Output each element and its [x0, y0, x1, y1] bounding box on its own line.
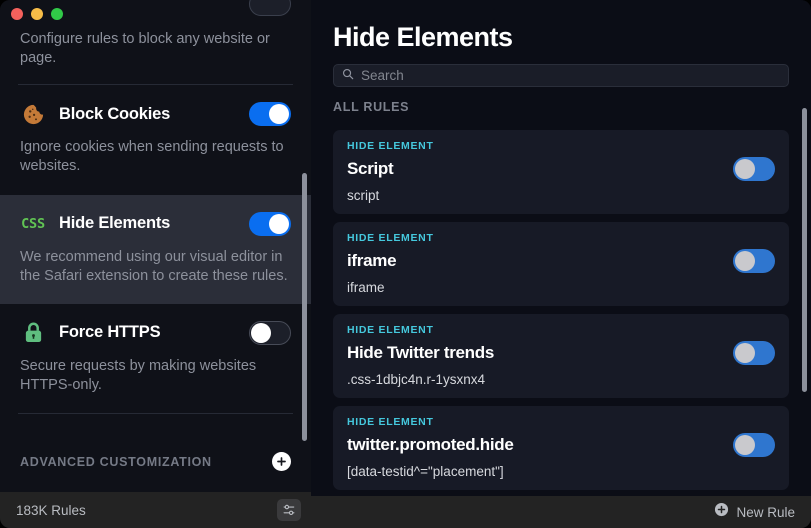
rule-card[interactable]: HIDE ELEMENT Script script — [333, 130, 789, 214]
rule-toggle[interactable] — [733, 341, 775, 365]
app-window: Configure rules to block any website or … — [0, 0, 811, 528]
rule-selector: [data-testid^="placement"] — [347, 464, 504, 479]
sidebar-item-title: Block Cookies — [59, 104, 171, 123]
sidebar-scrollbar[interactable] — [302, 173, 307, 441]
rule-card[interactable]: HIDE ELEMENT twitter.promoted.hide [data… — [333, 406, 789, 490]
toggle-knob — [735, 159, 755, 179]
main-header: Hide Elements Search — [311, 0, 811, 87]
sidebar-item-header: Force HTTPS — [20, 320, 291, 346]
advanced-customization-row: ADVANCED CUSTOMIZATION — [0, 436, 311, 485]
cookie-icon — [20, 101, 46, 127]
sidebar: Configure rules to block any website or … — [0, 0, 311, 528]
main-panel: Hide Elements Search ALL RULES HIDE ELEM… — [311, 0, 811, 528]
sidebar-scroll-area[interactable]: Configure rules to block any website or … — [0, 0, 311, 492]
toggle-knob — [735, 343, 755, 363]
rule-kicker: HIDE ELEMENT — [347, 324, 434, 336]
rule-selector: .css-1dbjc4n.r-1ysxnx4 — [347, 372, 486, 387]
sidebar-item-description: Ignore cookies when sending requests to … — [20, 139, 284, 175]
rules-list-scrollbar[interactable] — [802, 108, 807, 392]
block-cookies-toggle[interactable] — [249, 102, 291, 127]
sidebar-item-force-https[interactable]: Force HTTPS Secure requests by making we… — [0, 303, 311, 413]
css-badge-icon: CSS — [20, 211, 46, 237]
force-https-toggle[interactable] — [249, 320, 291, 345]
rule-title: iframe — [347, 251, 397, 270]
maximize-button[interactable] — [51, 8, 63, 20]
sidebar-item-header: Block Cookies — [20, 101, 291, 127]
rule-kicker: HIDE ELEMENT — [347, 140, 434, 152]
rule-title: Script — [347, 159, 394, 178]
sidebar-item-description: We recommend using our visual editor in … — [20, 248, 288, 284]
rule-kicker: HIDE ELEMENT — [347, 416, 434, 428]
add-advanced-rule-button[interactable] — [272, 452, 291, 471]
rule-card-main: Hide Twitter trends — [347, 341, 775, 365]
rule-title: Hide Twitter trends — [347, 343, 495, 362]
sidebar-item-block-cookies[interactable]: Block Cookies Ignore cookies when sendin… — [0, 85, 311, 195]
partial-toggle-above[interactable] — [249, 0, 291, 16]
status-bar: 183K Rules — [0, 492, 311, 528]
rule-toggle[interactable] — [733, 433, 775, 457]
sidebar-item-header: CSS Hide Elements — [20, 211, 291, 237]
lock-icon — [20, 320, 46, 346]
toggle-knob — [269, 104, 289, 125]
rule-card[interactable]: HIDE ELEMENT iframe iframe — [333, 222, 789, 306]
rule-selector: iframe — [347, 280, 385, 295]
rule-toggle[interactable] — [733, 157, 775, 181]
css-badge-label: CSS — [21, 215, 45, 232]
rule-card[interactable]: HIDE ELEMENT Hide Twitter trends .css-1d… — [333, 314, 789, 398]
rule-title: twitter.promoted.hide — [347, 435, 514, 454]
bottom-bar: New Rule — [311, 496, 811, 528]
search-icon — [342, 67, 354, 85]
search-input[interactable]: Search — [361, 68, 404, 83]
toggle-knob — [251, 322, 271, 343]
toggle-knob — [735, 251, 755, 271]
sidebar-item-title: Hide Elements — [59, 214, 171, 232]
rule-selector: script — [347, 188, 380, 203]
page-title: Hide Elements — [333, 22, 513, 52]
sidebar-item-description: Secure requests by making websites HTTPS… — [20, 357, 257, 393]
sliders-icon[interactable] — [277, 499, 301, 521]
advanced-customization-label: ADVANCED CUSTOMIZATION — [20, 454, 212, 469]
all-rules-section-label: ALL RULES — [333, 100, 410, 114]
rule-card-main: Script — [347, 157, 775, 181]
toggle-knob — [269, 213, 289, 234]
window-controls — [11, 8, 63, 20]
rule-card-main: twitter.promoted.hide — [347, 433, 775, 457]
rules-list[interactable]: HIDE ELEMENT Script script HIDE ELEMENT … — [311, 130, 811, 496]
search-field[interactable]: Search — [333, 64, 789, 87]
new-rule-button[interactable]: New Rule — [736, 505, 795, 520]
rule-toggle[interactable] — [733, 249, 775, 273]
plus-circle-icon[interactable] — [714, 502, 729, 522]
minimize-button[interactable] — [31, 8, 43, 20]
close-button[interactable] — [11, 8, 23, 20]
toggle-knob — [735, 435, 755, 455]
rule-kicker: HIDE ELEMENT — [347, 232, 434, 244]
rules-count-label: 183K Rules — [16, 502, 86, 518]
hide-elements-toggle[interactable] — [249, 211, 291, 236]
rule-card-main: iframe — [347, 249, 775, 273]
sidebar-item-title: Force HTTPS — [59, 323, 161, 342]
sidebar-item-hide-elements[interactable]: CSS Hide Elements We recommend using our… — [0, 194, 311, 304]
